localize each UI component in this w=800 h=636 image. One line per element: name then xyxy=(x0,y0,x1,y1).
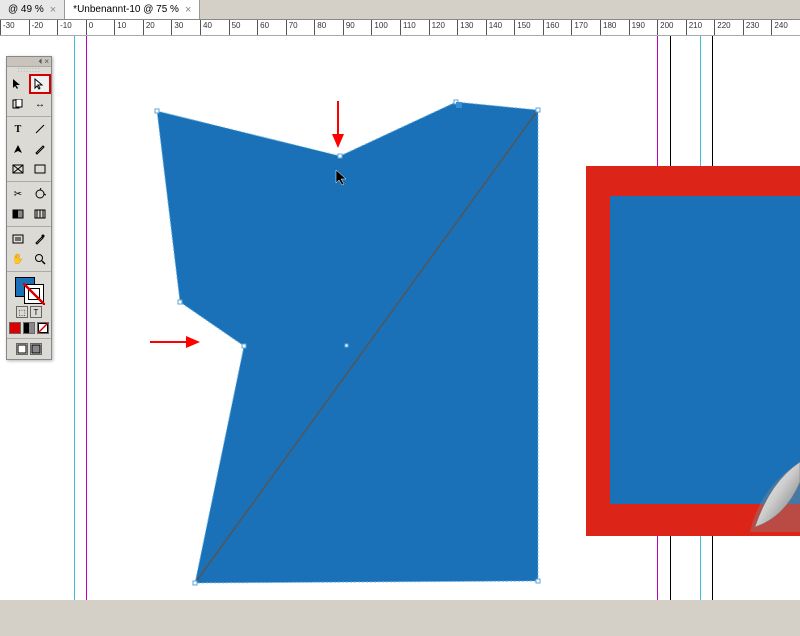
annotation-arrow-right xyxy=(148,332,208,352)
ruler-tick xyxy=(114,20,116,35)
ruler-tick xyxy=(29,20,31,35)
ruler-tick xyxy=(429,20,431,35)
document-tab-2[interactable]: *Unbenannt-10 @ 75 % × xyxy=(65,0,200,19)
ruler-tick xyxy=(514,20,516,35)
tool-grid: ↔ T ✂ ✋ xyxy=(7,74,51,269)
stroke-color-swatch[interactable] xyxy=(24,284,44,304)
line-tool[interactable] xyxy=(29,119,51,139)
canvas[interactable] xyxy=(0,36,800,600)
ruler-tick xyxy=(600,20,602,35)
ruler-tick xyxy=(629,20,631,35)
gradient-feather-tool[interactable] xyxy=(29,204,51,224)
ruler-tick xyxy=(343,20,345,35)
ruler-tick xyxy=(200,20,202,35)
tools-panel[interactable]: ⏴ × :::::::: ↔ T ✂ ✋ ⬚ T xyxy=(6,56,52,360)
document-tab-1[interactable]: @ 49 % × xyxy=(0,0,65,19)
document-tab-bar: @ 49 % × *Unbenannt-10 @ 75 % × xyxy=(0,0,800,20)
ruler-tick xyxy=(229,20,231,35)
ruler-tick xyxy=(457,20,459,35)
view-mode-normal[interactable] xyxy=(16,343,28,355)
type-tool[interactable]: T xyxy=(7,119,29,139)
apply-text-button[interactable]: T xyxy=(30,306,42,318)
ruler-tick xyxy=(314,20,316,35)
direct-selection-tool[interactable] xyxy=(29,74,51,94)
ruler-tick xyxy=(86,20,88,35)
gap-tool[interactable]: ↔ xyxy=(29,94,51,114)
rectangle-tool[interactable] xyxy=(29,159,51,179)
note-tool[interactable] xyxy=(7,229,29,249)
page-curl-icon xyxy=(730,462,800,532)
collapse-icon[interactable]: ⏴ xyxy=(38,57,42,67)
apply-none-button[interactable] xyxy=(37,322,49,334)
apply-gradient-button[interactable] xyxy=(23,322,35,334)
tab-label: @ 49 % xyxy=(8,4,44,15)
scissors-tool[interactable]: ✂ xyxy=(7,184,29,204)
ruler-tick xyxy=(657,20,659,35)
hand-tool[interactable]: ✋ xyxy=(7,249,29,269)
pen-tool[interactable] xyxy=(7,139,29,159)
view-mode-preview[interactable] xyxy=(30,343,42,355)
ruler-tick xyxy=(257,20,259,35)
annotation-arrow-down xyxy=(318,96,358,156)
page-tool[interactable] xyxy=(7,94,29,114)
tab-label: *Unbenannt-10 @ 75 % xyxy=(73,4,179,15)
pencil-tool[interactable] xyxy=(29,139,51,159)
apply-container-button[interactable]: ⬚ xyxy=(16,306,28,318)
ruler-tick xyxy=(571,20,573,35)
ruler-tick xyxy=(371,20,373,35)
ruler-tick xyxy=(714,20,716,35)
close-icon[interactable]: × xyxy=(44,57,49,66)
ruler-tick xyxy=(771,20,773,35)
selection-handle[interactable] xyxy=(456,102,462,108)
horizontal-ruler[interactable] xyxy=(0,20,800,36)
cursor-icon xyxy=(335,169,349,187)
zoom-tool[interactable] xyxy=(29,249,51,269)
ruler-tick xyxy=(543,20,545,35)
ruler-tick xyxy=(57,20,59,35)
panel-grip[interactable]: :::::::: xyxy=(7,67,51,74)
eyedropper-tool[interactable] xyxy=(29,229,51,249)
ruler-tick xyxy=(171,20,173,35)
ruler-tick xyxy=(286,20,288,35)
ruler-tick xyxy=(743,20,745,35)
ruler-tick xyxy=(686,20,688,35)
gradient-swatch-tool[interactable] xyxy=(7,204,29,224)
ruler-tick xyxy=(143,20,145,35)
fill-stroke-swatch[interactable] xyxy=(7,274,51,304)
ruler-tick xyxy=(400,20,402,35)
rectangle-frame-tool[interactable] xyxy=(7,159,29,179)
ruler-tick xyxy=(0,20,2,35)
selection-tool[interactable] xyxy=(7,74,29,94)
close-icon[interactable]: × xyxy=(50,4,56,16)
blue-polygon[interactable] xyxy=(0,36,800,636)
panel-header[interactable]: ⏴ × xyxy=(7,57,51,67)
free-transform-tool[interactable] xyxy=(29,184,51,204)
apply-color-button[interactable] xyxy=(9,322,21,334)
ruler-tick xyxy=(486,20,488,35)
close-icon[interactable]: × xyxy=(185,4,191,16)
